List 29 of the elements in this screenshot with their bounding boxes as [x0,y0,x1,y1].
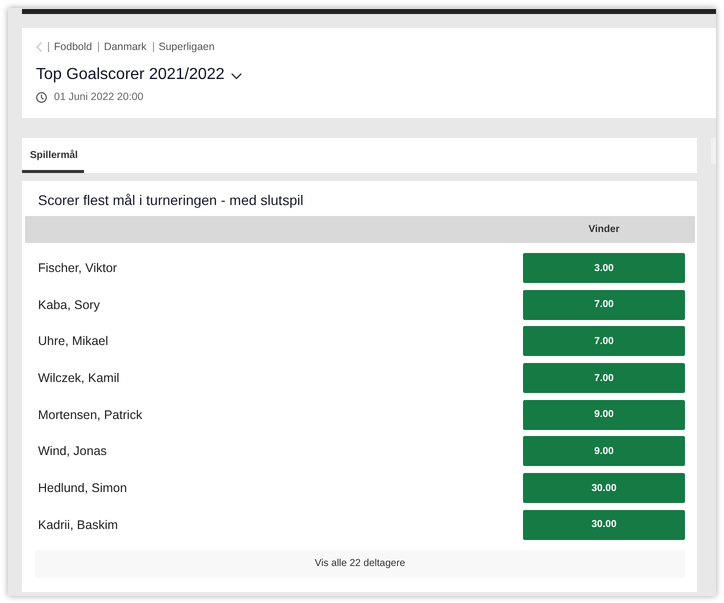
odds-button[interactable]: 7.00 [523,290,685,320]
player-name: Hedlund, Simon [38,481,128,496]
odds-button[interactable]: 30.00 [523,473,685,504]
odds-button[interactable]: 9.00 [523,436,685,466]
odds-button[interactable]: 7.00 [523,363,685,394]
back-chevron-icon[interactable] [36,42,42,52]
odds-button[interactable]: 30.00 [523,510,685,540]
player-name: Mortensen, Patrick [38,408,144,422]
chevron-down-icon [230,72,242,80]
odds-button[interactable]: 9.00 [523,400,685,430]
player-name: Kadrii, Baskim [38,518,119,532]
player-name: Wind, Jonas [38,444,108,458]
market-title: Scorer flest mål i turneringen - med slutspil [37,191,304,210]
tab[interactable]: Spillermål [22,138,84,173]
column-header: Vinder [588,224,620,235]
clock-icon [36,92,47,102]
show-all-button[interactable]: Vis alle 22 deltagere [35,550,685,578]
event-date: 01 Juni 2022 20:00 [54,91,144,103]
odds-button[interactable]: 3.00 [523,253,685,283]
breadcrumb-link[interactable]: Danmark [104,41,147,53]
event-selector[interactable]: Top Goalscorer 2021/2022 [36,66,242,84]
breadcrumb-link[interactable]: Superligaen [158,41,215,53]
player-name: Uhre, Mikael [38,334,110,348]
player-name: Kaba, Sory [38,298,101,312]
odds-button[interactable]: 7.00 [523,326,685,356]
scrollbar-thumb[interactable] [711,138,716,164]
player-name: Wilczek, Kamil [38,371,120,386]
breadcrumb-link[interactable]: Fodbold [54,41,92,53]
player-name: Fischer, Viktor [38,261,118,275]
